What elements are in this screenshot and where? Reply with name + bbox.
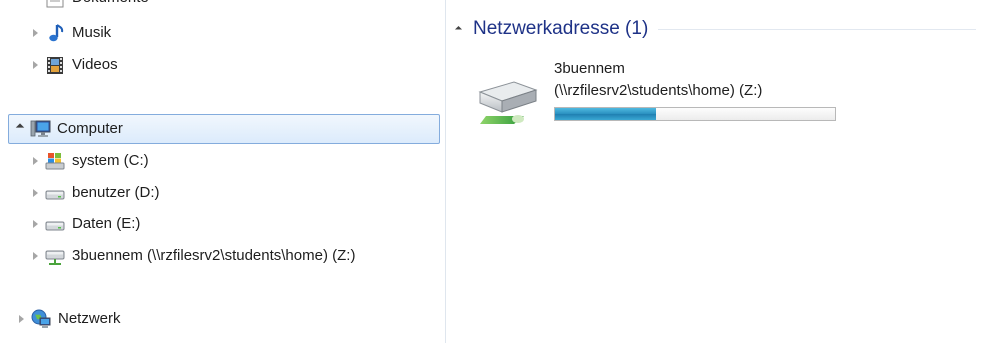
- network-drive-large-icon: [474, 70, 544, 130]
- nav-item-label: Dokumente: [72, 0, 149, 10]
- navigation-pane: Dokumente Musik Videos: [0, 0, 446, 343]
- collapse-arrow-icon[interactable]: [15, 117, 25, 141]
- nav-item-label: Musik: [72, 24, 112, 41]
- drive-icon: [44, 213, 66, 235]
- computer-icon: [29, 118, 51, 140]
- nav-item-network-drive-z[interactable]: 3buennem (\\rzfilesrv2\students\home) (Z…: [30, 244, 355, 268]
- documents-icon: [44, 0, 66, 9]
- videos-icon: [44, 54, 66, 76]
- nav-item-computer[interactable]: Computer: [8, 114, 440, 144]
- system-drive-icon: [44, 150, 66, 172]
- nav-item-label: Computer: [57, 120, 123, 137]
- drive-name: 3buennem: [554, 60, 625, 77]
- collapse-arrow-icon[interactable]: [454, 25, 463, 33]
- nav-item-label: system (C:): [72, 152, 149, 169]
- nav-item-label: Daten (E:): [72, 215, 141, 232]
- expand-arrow-icon[interactable]: [30, 21, 40, 45]
- drive-tile-network-z[interactable]: 3buennem (\\rzfilesrv2\students\home) (Z…: [474, 60, 874, 132]
- nav-item-dokumente[interactable]: Dokumente: [30, 0, 149, 10]
- nav-item-benutzer-d[interactable]: benutzer (D:): [30, 181, 160, 205]
- expand-arrow-icon[interactable]: [30, 0, 40, 10]
- divider: [658, 28, 976, 30]
- expand-arrow-icon[interactable]: [30, 212, 40, 236]
- expand-arrow-icon[interactable]: [30, 181, 40, 205]
- nav-item-daten-e[interactable]: Daten (E:): [30, 212, 140, 236]
- drive-usage-bar: [554, 107, 836, 121]
- expand-arrow-icon[interactable]: [30, 244, 40, 268]
- drive-usage-fill: [555, 108, 656, 120]
- expand-arrow-icon[interactable]: [30, 53, 40, 77]
- drive-path: (\\rzfilesrv2\students\home) (Z:): [554, 82, 763, 99]
- nav-item-label: benutzer (D:): [72, 184, 160, 201]
- nav-item-label: Netzwerk: [58, 310, 121, 327]
- network-icon: [30, 308, 52, 330]
- nav-item-system-c[interactable]: system (C:): [30, 149, 149, 173]
- group-header-netzwerkadresse[interactable]: Netzwerkadresse (1): [454, 14, 986, 44]
- nav-item-label: 3buennem (\\rzfilesrv2\students\home) (Z…: [72, 247, 356, 264]
- nav-item-musik[interactable]: Musik: [30, 21, 111, 45]
- network-drive-icon: [44, 245, 66, 267]
- group-title: Netzwerkadresse (1): [473, 18, 649, 39]
- drive-icon: [44, 182, 66, 204]
- expand-arrow-icon[interactable]: [30, 149, 40, 173]
- nav-item-netzwerk[interactable]: Netzwerk: [16, 307, 121, 331]
- music-icon: [44, 22, 66, 44]
- nav-item-label: Videos: [72, 56, 118, 73]
- nav-item-videos[interactable]: Videos: [30, 53, 118, 77]
- expand-arrow-icon[interactable]: [16, 307, 26, 331]
- content-pane: Netzwerkadresse (1) 3buennem (\\rzfilesr…: [446, 0, 986, 343]
